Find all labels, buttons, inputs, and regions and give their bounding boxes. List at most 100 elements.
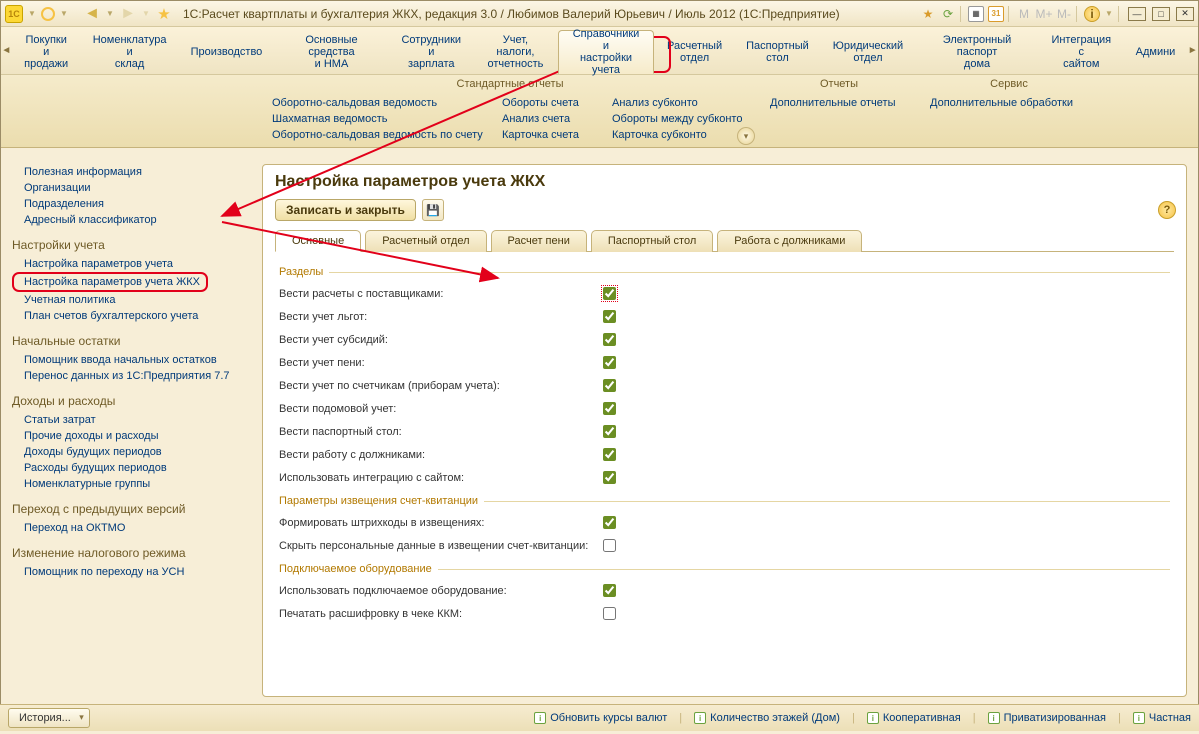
favorite-icon[interactable]: ★: [155, 5, 173, 23]
nav-back-icon[interactable]: ◄: [83, 5, 101, 23]
form-row: Формировать штрихкоды в извещениях:: [279, 511, 1170, 534]
checkbox[interactable]: [603, 539, 616, 552]
sidebar-link[interactable]: Прочие доходы и расходы: [12, 428, 250, 444]
sublink[interactable]: Дополнительные обработки: [929, 95, 1089, 111]
tab[interactable]: Расчетный отдел: [365, 230, 486, 252]
menu-admin[interactable]: Админи: [1125, 30, 1187, 74]
form-label: Вести учет субсидий:: [279, 334, 599, 346]
sublink[interactable]: Оборотно-сальдовая ведомость по счету: [271, 127, 481, 143]
sidebar-link[interactable]: Настройка параметров учета ЖКХ: [12, 272, 208, 292]
sidebar-link[interactable]: Перенос данных из 1С:Предприятия 7.7: [12, 368, 250, 384]
checkbox[interactable]: [603, 607, 616, 620]
sidebar-link[interactable]: Подразделения: [12, 196, 250, 212]
sublink[interactable]: Обороты между субконто: [611, 111, 749, 127]
sublink[interactable]: Карточка субконто: [611, 127, 749, 143]
menu-integration[interactable]: Интеграция ссайтом: [1040, 30, 1123, 74]
sublink[interactable]: Оборотно-сальдовая ведомость: [271, 95, 481, 111]
menu-employees[interactable]: Сотрудники изарплата: [390, 30, 473, 74]
sidebar-link[interactable]: Переход на ОКТМО: [12, 520, 250, 536]
sub-header-service: Сервис: [919, 75, 1099, 93]
save-close-button[interactable]: Записать и закрыть: [275, 199, 416, 221]
ring-dropdown-icon[interactable]: ▼: [59, 9, 69, 18]
sidebar-link[interactable]: Полезная информация: [12, 164, 250, 180]
section-title: Параметры извещения счет-квитанции: [279, 495, 1170, 507]
sidebar-link[interactable]: Статьи затрат: [12, 412, 250, 428]
m-minus-icon[interactable]: M-: [1056, 6, 1072, 22]
sb-link[interactable]: iКооперативная: [867, 712, 961, 724]
sb-link[interactable]: iЧастная: [1133, 712, 1191, 724]
menu-purchases-sales[interactable]: Покупки ипродажи: [13, 30, 80, 74]
m-plus-icon[interactable]: M+: [1036, 6, 1052, 22]
sidebar-link[interactable]: Доходы будущих периодов: [12, 444, 250, 460]
sidebar-group-title: Начальные остатки: [12, 334, 250, 348]
info-dropdown-icon[interactable]: ▼: [1104, 9, 1114, 18]
sublink[interactable]: Анализ счета: [501, 111, 591, 127]
save-icon[interactable]: 💾: [422, 199, 444, 221]
sidebar-link[interactable]: Адресный классификатор: [12, 212, 250, 228]
sb-link[interactable]: iОбновить курсы валют: [534, 712, 667, 724]
checkbox[interactable]: [603, 333, 616, 346]
nav-back-dropdown-icon[interactable]: ▼: [105, 9, 115, 18]
sublink[interactable]: Шахматная ведомость: [271, 111, 481, 127]
minimize-button[interactable]: —: [1128, 7, 1146, 21]
tab[interactable]: Паспортный стол: [591, 230, 713, 252]
checkbox[interactable]: [603, 471, 616, 484]
checkbox[interactable]: [603, 516, 616, 529]
checkbox[interactable]: [603, 310, 616, 323]
checkbox[interactable]: [603, 425, 616, 438]
checkbox[interactable]: [603, 287, 616, 300]
sidebar-link[interactable]: Помощник ввода начальных остатков: [12, 352, 250, 368]
sidebar-link[interactable]: Помощник по переходу на УСН: [12, 564, 250, 580]
form-area: РазделыВести расчеты с поставщиками:Вест…: [275, 252, 1174, 633]
checkbox[interactable]: [603, 584, 616, 597]
checkbox[interactable]: [603, 356, 616, 369]
tab[interactable]: Расчет пени: [491, 230, 587, 252]
sidebar-link[interactable]: Организации: [12, 180, 250, 196]
menu-fixed-assets[interactable]: Основные средстваи НМА: [275, 30, 387, 74]
calendar-icon[interactable]: 31: [988, 6, 1004, 22]
refresh-icon[interactable]: ⟳: [940, 6, 956, 22]
sidebar-link[interactable]: Расходы будущих периодов: [12, 460, 250, 476]
menu-scroll-left-icon[interactable]: ◄: [1, 27, 12, 74]
sublink[interactable]: Обороты счета: [501, 95, 591, 111]
menu-accounting[interactable]: Учет, налоги,отчетность: [475, 30, 556, 74]
maximize-button[interactable]: □: [1152, 7, 1170, 21]
sb-link[interactable]: iКоличество этажей (Дом): [694, 712, 840, 724]
sidebar-link[interactable]: План счетов бухгалтерского учета: [12, 308, 250, 324]
menu-calc-dept[interactable]: Расчетныйотдел: [656, 30, 733, 74]
tab[interactable]: Основные: [275, 230, 361, 252]
checkbox[interactable]: [603, 402, 616, 415]
sidebar-link[interactable]: Номенклатурные группы: [12, 476, 250, 492]
info-icon[interactable]: i: [1084, 6, 1100, 22]
sublink[interactable]: Дополнительные отчеты: [769, 95, 909, 111]
menu-legal[interactable]: Юридическийотдел: [822, 30, 914, 74]
status-bar: История... iОбновить курсы валют | iКоли…: [0, 704, 1199, 731]
tab[interactable]: Работа с должниками: [717, 230, 862, 252]
sb-link[interactable]: iПриватизированная: [988, 712, 1106, 724]
star-add-icon[interactable]: ★: [920, 6, 936, 22]
menu-references[interactable]: Справочники инастройки учета: [558, 30, 654, 74]
nav-fwd-dropdown-icon[interactable]: ▼: [141, 9, 151, 18]
nav-forward-icon[interactable]: ►: [119, 5, 137, 23]
app-logo-icon[interactable]: 1C: [5, 5, 23, 23]
app-menu-dropdown-icon[interactable]: ▼: [27, 9, 37, 18]
history-button[interactable]: История...: [8, 708, 90, 728]
ring-icon[interactable]: [41, 7, 55, 21]
checkbox[interactable]: [603, 448, 616, 461]
menu-production[interactable]: Производство: [180, 30, 274, 74]
menu-nomenclature[interactable]: Номенклатура исклад: [82, 30, 178, 74]
menu-passport[interactable]: Паспортныйстол: [735, 30, 820, 74]
help-icon[interactable]: ?: [1158, 201, 1176, 219]
checkbox[interactable]: [603, 379, 616, 392]
sidebar-link[interactable]: Учетная политика: [12, 292, 250, 308]
menu-epassport[interactable]: Электронный паспортдома: [916, 30, 1038, 74]
menu-scroll-right-icon[interactable]: ►: [1187, 27, 1198, 74]
m-icon[interactable]: M: [1016, 6, 1032, 22]
sublink[interactable]: Анализ субконто: [611, 95, 749, 111]
close-button[interactable]: ✕: [1176, 7, 1194, 21]
form-row: Использовать интеграцию с сайтом:: [279, 466, 1170, 489]
calculator-icon[interactable]: ▦: [968, 6, 984, 22]
sidebar-link[interactable]: Настройка параметров учета: [12, 256, 250, 272]
expand-subpanel-icon[interactable]: ▾: [737, 127, 755, 145]
sublink[interactable]: Карточка счета: [501, 127, 591, 143]
